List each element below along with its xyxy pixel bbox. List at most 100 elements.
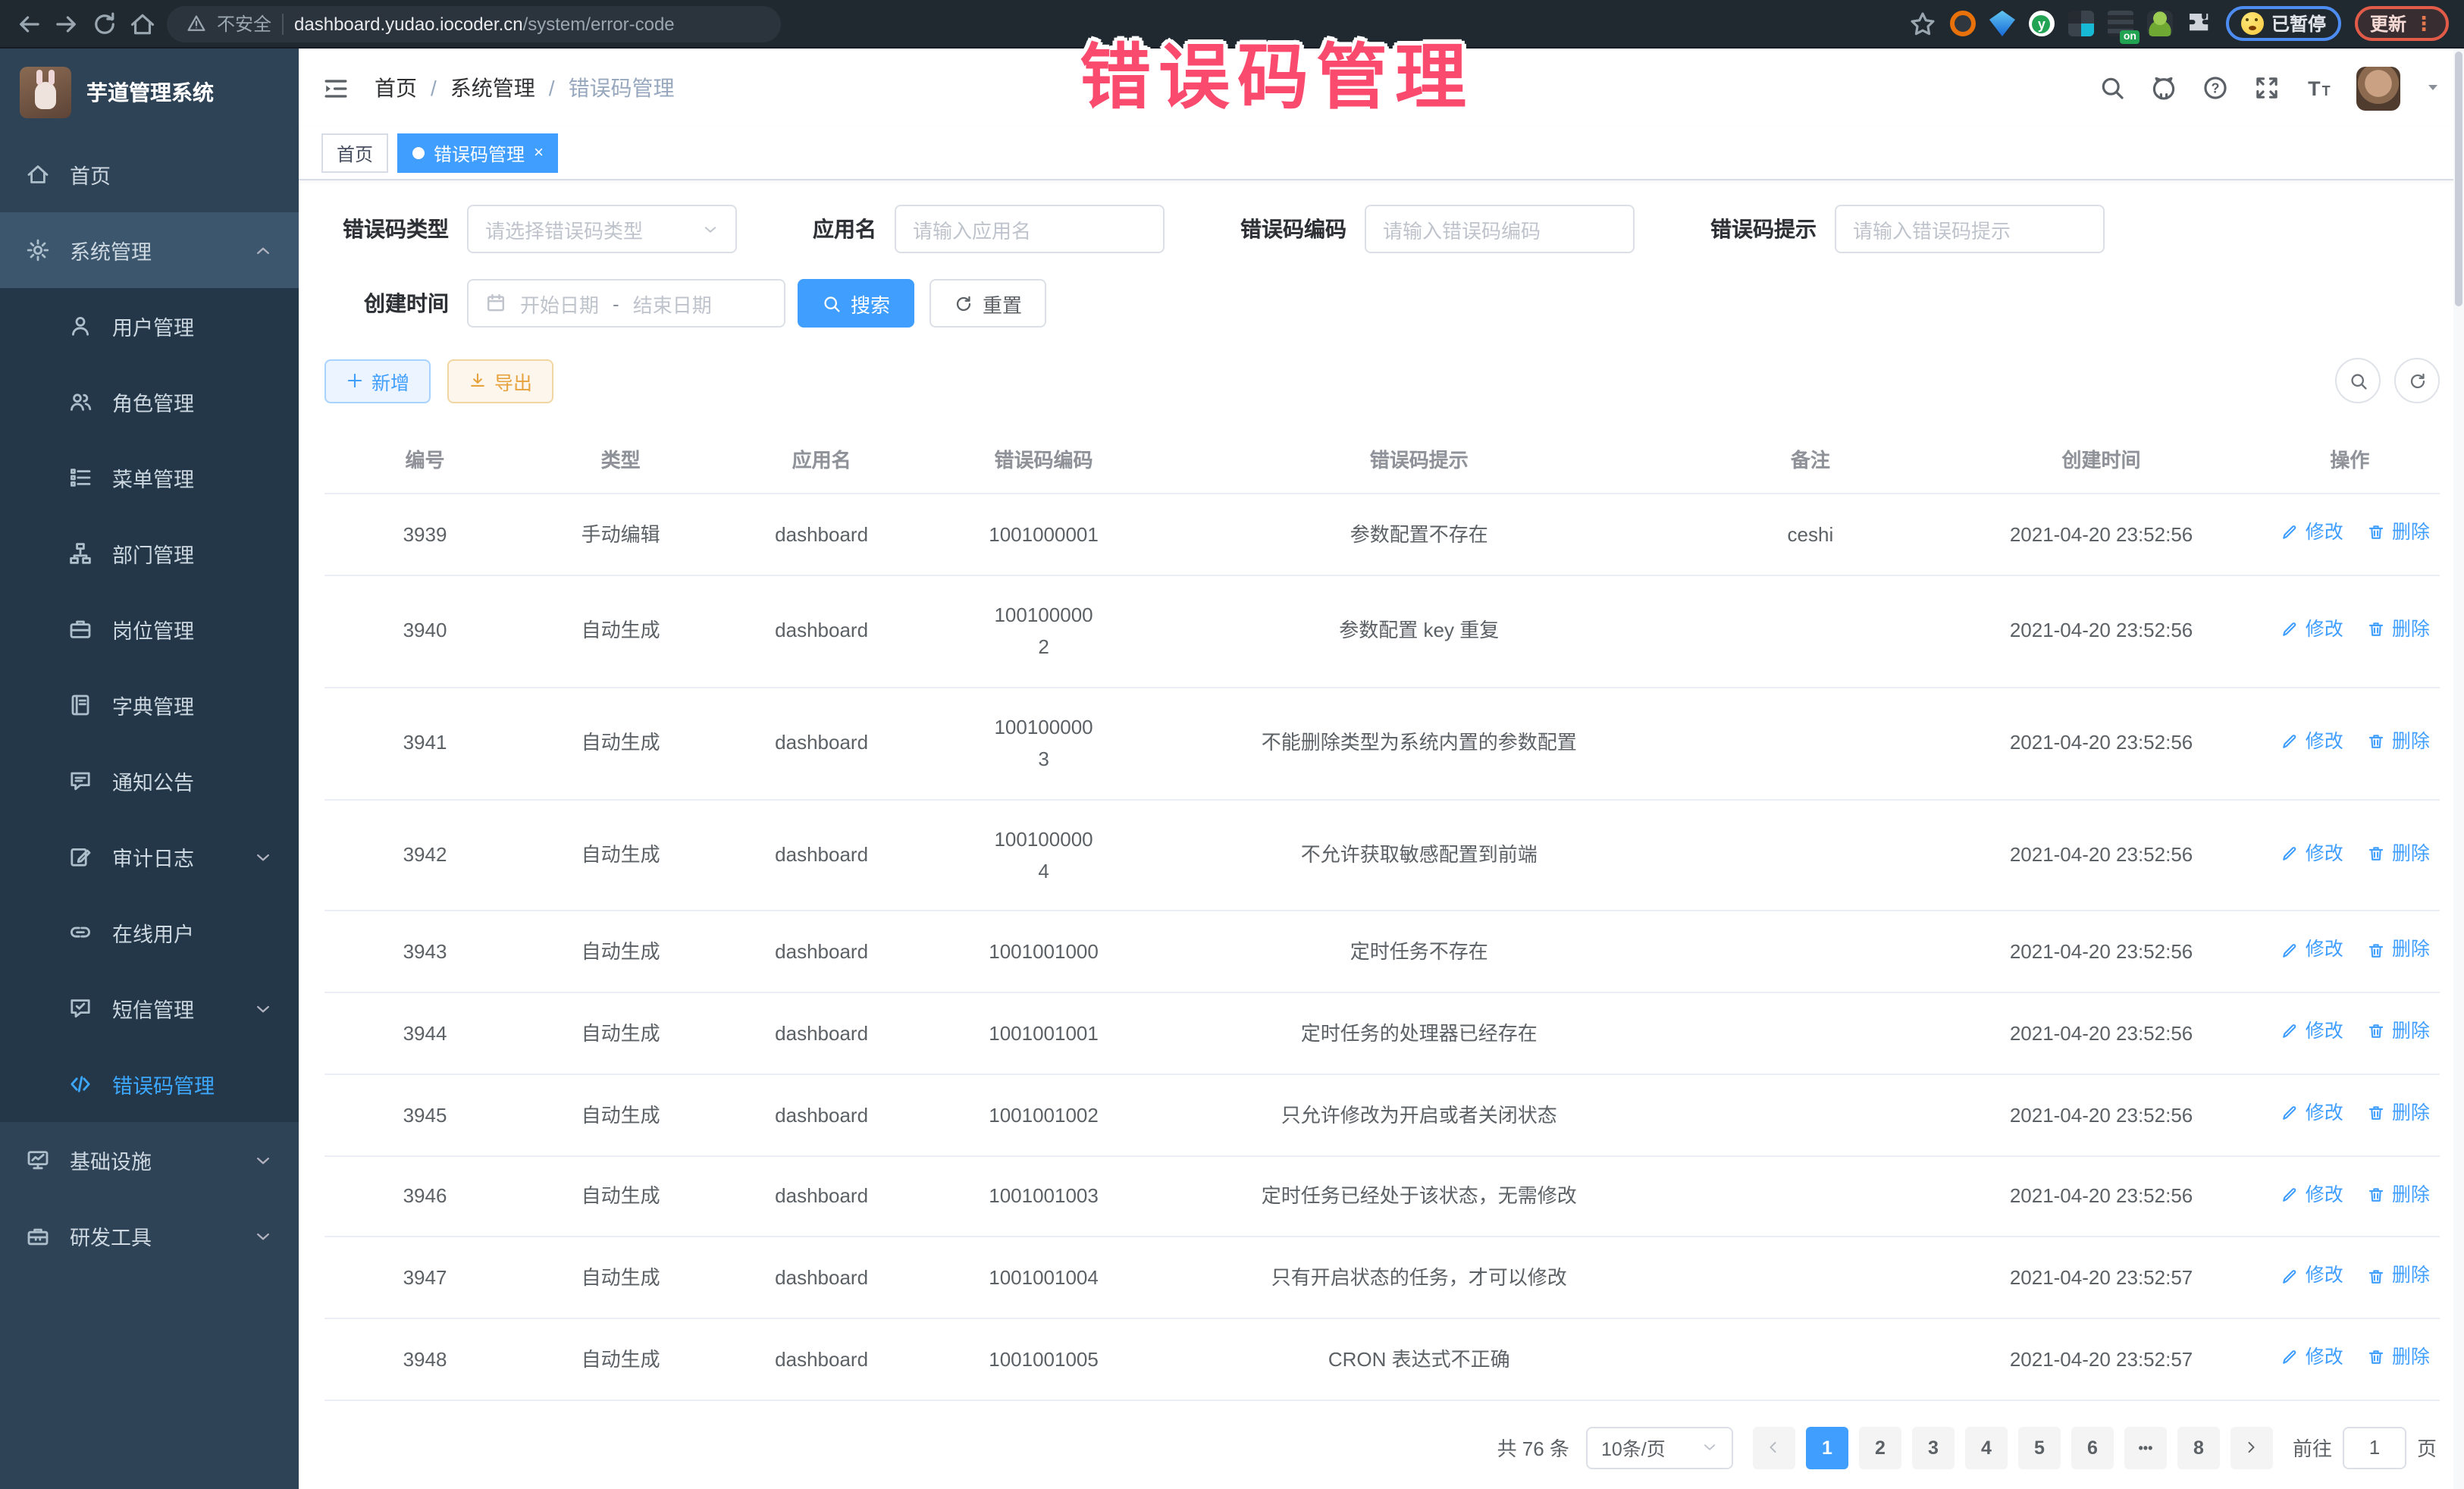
github-icon[interactable] [2150,74,2177,102]
cell-actions: 修改删除 [2260,992,2440,1074]
sidebar-item-online-users[interactable]: 在线用户 [0,895,299,970]
browser-back-icon[interactable] [15,10,42,37]
edit-link[interactable]: 修改 [2281,838,2343,869]
delete-link[interactable]: 删除 [2368,1016,2430,1047]
help-icon[interactable]: ? [2202,74,2229,102]
reset-button[interactable]: 重置 [929,279,1046,328]
page-button-5[interactable]: 5 [2018,1427,2061,1469]
cell-code: 1001000004 [927,799,1160,911]
breadcrumb-item[interactable]: 首页 [375,73,417,103]
user-menu-caret-icon[interactable] [2425,82,2441,94]
error-msg-input[interactable]: 请输入错误码提示 [1835,205,2105,253]
tab-close-icon[interactable]: × [534,145,544,161]
extensions-puzzle-icon[interactable] [2187,11,2212,36]
sidebar-item-depts[interactable]: 部门管理 [0,516,299,591]
header-search-icon[interactable] [2099,74,2126,102]
sidebar-item-posts[interactable]: 岗位管理 [0,591,299,667]
prev-page-button[interactable] [1753,1427,1795,1469]
sidebar-item-error-code[interactable]: 错误码管理 [0,1046,299,1122]
delete-link[interactable]: 删除 [2368,1342,2430,1373]
browser-extensions-area: y on 已暂停 更新 ⋮ [1909,6,2449,41]
extension-on-badge-icon[interactable]: on [2108,11,2133,36]
scrollbar-thumb[interactable] [2455,52,2462,306]
filter-msg-label: 错误码提示 [1710,214,1817,244]
svg-text:T: T [2322,83,2331,99]
edit-link[interactable]: 修改 [2281,1098,2343,1129]
sidebar-item-system[interactable]: 系统管理 [0,212,299,288]
error-type-select[interactable]: 请选择错误码类型 [467,205,737,253]
sidebar-item-users[interactable]: 用户管理 [0,288,299,364]
refresh-table-button[interactable] [2394,358,2440,403]
sidebar-item-roles[interactable]: 角色管理 [0,364,299,440]
delete-link[interactable]: 删除 [2368,726,2430,757]
add-button[interactable]: 新增 [324,359,431,403]
font-size-icon[interactable]: TT [2305,74,2332,102]
edit-link[interactable]: 修改 [2281,1016,2343,1047]
app-logo-row[interactable]: 芋道管理系统 [0,49,299,136]
edit-link[interactable]: 修改 [2281,1179,2343,1210]
sidebar-toggle-icon[interactable] [321,74,350,102]
date-range-picker[interactable]: 开始日期 - 结束日期 [467,279,785,328]
browser-menu-dots-icon[interactable]: ⋮ [2414,11,2434,36]
profile-paused-badge[interactable]: 已暂停 [2226,6,2341,41]
delete-link[interactable]: 删除 [2368,1179,2430,1210]
sidebar-item-sms[interactable]: 短信管理 [0,970,299,1046]
export-button[interactable]: 导出 [447,359,553,403]
browser-forward-icon[interactable] [53,10,80,37]
edit-link[interactable]: 修改 [2281,517,2343,548]
search-button[interactable]: 搜索 [798,279,914,328]
sidebar-item-infra[interactable]: 基础设施 [0,1122,299,1198]
toggle-search-button[interactable] [2335,358,2381,403]
error-code-input[interactable]: 请输入错误码编码 [1365,205,1635,253]
app-title: 芋道管理系统 [86,77,214,108]
address-bar[interactable]: 不安全 dashboard.yudao.iocoder.cn/system/er… [167,5,781,42]
tab-error-code[interactable]: 错误码管理 × [397,133,559,173]
page-button-3[interactable]: 3 [1912,1427,1955,1469]
sidebar-item-dev-tools[interactable]: 研发工具 [0,1198,299,1274]
delete-link[interactable]: 删除 [2368,1261,2430,1292]
sidebar-item-audit-log[interactable]: 审计日志 [0,819,299,895]
edit-link[interactable]: 修改 [2281,614,2343,645]
delete-icon [2368,524,2386,542]
browser-reload-icon[interactable] [91,10,118,37]
delete-link[interactable]: 删除 [2368,935,2430,966]
extension-green-y-icon[interactable]: y [2029,11,2055,36]
sidebar-item-menus[interactable]: 菜单管理 [0,440,299,516]
goto-page-input[interactable] [2343,1427,2406,1469]
extension-green-figure-icon[interactable] [2147,11,2173,36]
browser-update-button[interactable]: 更新 ⋮ [2355,6,2449,41]
cell-app: dashboard [716,575,927,688]
delete-link[interactable]: 删除 [2368,614,2430,645]
fullscreen-icon[interactable] [2253,74,2281,102]
extension-orange-icon[interactable] [1950,11,1976,36]
next-page-button[interactable] [2230,1427,2273,1469]
cell-time: 2021-04-20 23:52:56 [1942,494,2260,575]
page-button-2[interactable]: 2 [1859,1427,1901,1469]
edit-link[interactable]: 修改 [2281,1261,2343,1292]
delete-link[interactable]: 删除 [2368,517,2430,548]
tab-home[interactable]: 首页 [321,133,388,173]
sidebar-item-notice[interactable]: 通知公告 [0,743,299,819]
extension-squares-icon[interactable] [2068,11,2094,36]
window-scrollbar[interactable] [2453,49,2464,1489]
page-ellipsis-button[interactable]: ••• [2124,1427,2167,1469]
page-button-1[interactable]: 1 [1806,1427,1848,1469]
sidebar-item-dict[interactable]: 字典管理 [0,667,299,743]
breadcrumb-item[interactable]: 系统管理 [450,73,535,103]
edit-link[interactable]: 修改 [2281,935,2343,966]
page-button-6[interactable]: 6 [2071,1427,2114,1469]
sidebar-item-home[interactable]: 首页 [0,136,299,212]
app-name-input[interactable]: 请输入应用名 [895,205,1165,253]
page-button-4[interactable]: 4 [1965,1427,2008,1469]
page-button-8[interactable]: 8 [2177,1427,2220,1469]
delete-link[interactable]: 删除 [2368,838,2430,869]
page-size-select[interactable]: 10条/页 [1586,1427,1733,1469]
user-avatar[interactable] [2356,66,2400,110]
extension-blue-gem-icon[interactable] [1989,11,2015,36]
bookmark-star-icon[interactable] [1909,10,1936,37]
delete-link[interactable]: 删除 [2368,1098,2430,1129]
edit-link[interactable]: 修改 [2281,1342,2343,1373]
edit-link[interactable]: 修改 [2281,726,2343,757]
browser-home-icon[interactable] [129,10,156,37]
cell-id: 3942 [324,799,525,911]
